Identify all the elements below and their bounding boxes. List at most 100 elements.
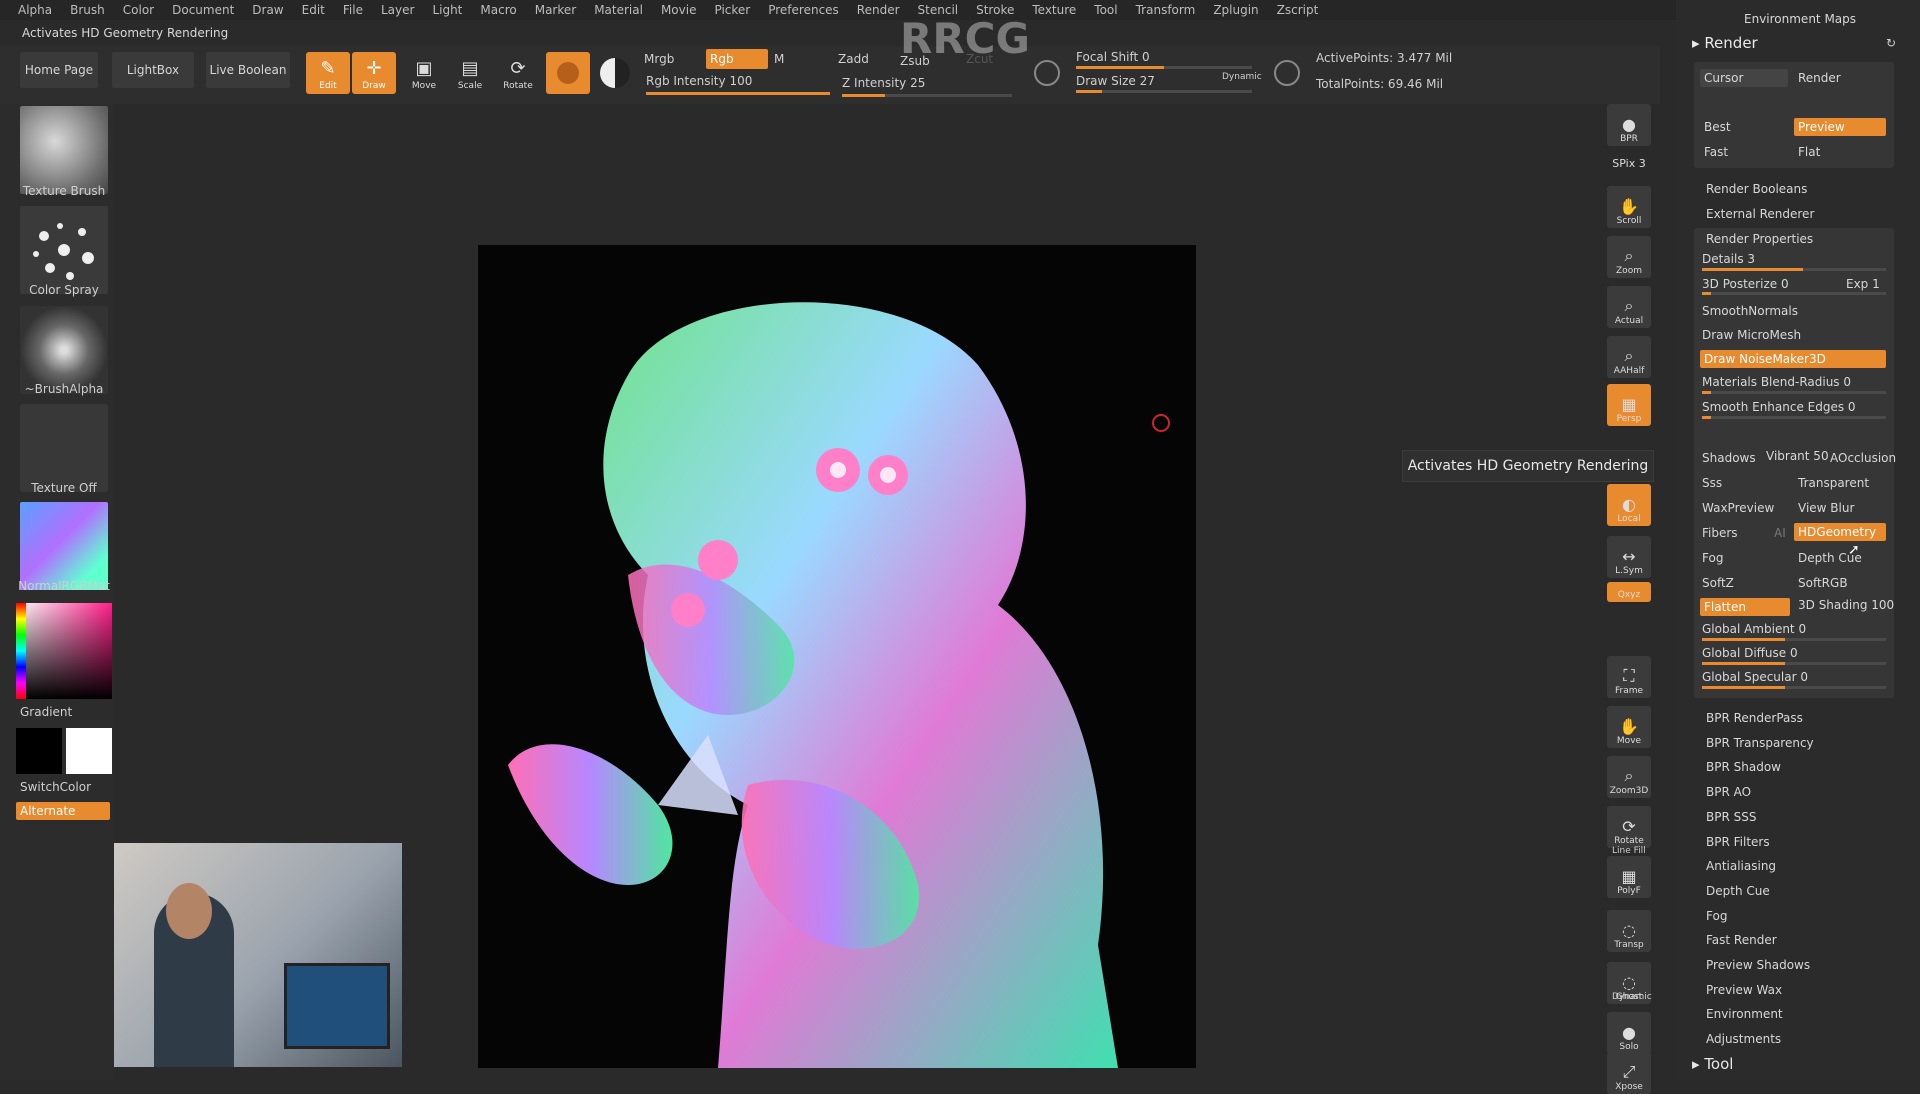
z-intensity-slider[interactable] — [842, 94, 1012, 97]
menu-zplugin[interactable]: Zplugin — [1213, 3, 1258, 17]
shelf-actual-button[interactable]: ⌕ Actual — [1607, 286, 1651, 328]
bpr-item-fast-render[interactable]: Fast Render — [1706, 933, 1777, 947]
cursor-button[interactable]: Cursor — [1700, 69, 1788, 87]
shelf-polyf-button[interactable]: ▦ PolyF — [1607, 856, 1651, 898]
global-specular-label[interactable]: Global Specular 0 — [1702, 670, 1808, 684]
fog-toggle[interactable]: Fog — [1702, 551, 1723, 565]
scale-button[interactable]: ▤ Scale — [448, 52, 492, 94]
softz-toggle[interactable]: SoftZ — [1702, 576, 1734, 590]
switch-color-button[interactable]: SwitchColor — [20, 780, 91, 794]
rgb-intensity-slider[interactable] — [646, 92, 830, 95]
draw-noisemaker-toggle[interactable]: Draw NoiseMaker3D — [1700, 350, 1886, 368]
color-spray-thumb[interactable] — [20, 206, 108, 294]
shading3d-slider-label[interactable]: 3D Shading 100 — [1798, 598, 1894, 612]
menu-picker[interactable]: Picker — [714, 3, 750, 17]
material-swatch[interactable] — [546, 52, 590, 94]
focal-icon[interactable] — [1034, 60, 1060, 86]
m-button[interactable]: M — [774, 52, 784, 66]
z-intensity-label[interactable]: Z Intensity 25 — [842, 76, 925, 90]
color-picker[interactable] — [16, 603, 112, 699]
vibrant-slider-label[interactable]: Vibrant 50 — [1766, 449, 1829, 463]
dynamic-toggle[interactable]: Dynamic — [1222, 72, 1262, 82]
hue-strip[interactable] — [16, 603, 26, 699]
global-ambient-label[interactable]: Global Ambient 0 — [1702, 622, 1806, 636]
viewport-canvas[interactable] — [478, 245, 1196, 1068]
menu-draw[interactable]: Draw — [252, 3, 283, 17]
materials-blend-slider[interactable] — [1702, 391, 1886, 394]
rotate-button[interactable]: ⟳ Rotate — [496, 52, 540, 94]
draw-size-label[interactable]: Draw Size 27 — [1076, 74, 1155, 88]
alternate-button[interactable]: Alternate — [16, 802, 110, 820]
bpr-item-bpr-transparency[interactable]: BPR Transparency — [1706, 736, 1814, 750]
menu-movie[interactable]: Movie — [661, 3, 697, 17]
smooth-normals-toggle[interactable]: SmoothNormals — [1702, 304, 1798, 318]
menu-transform[interactable]: Transform — [1136, 3, 1196, 17]
render-button[interactable]: Render — [1794, 69, 1884, 87]
shadows-toggle[interactable]: Shadows — [1702, 451, 1756, 465]
shelf-rotate-button[interactable]: ⟳ Rotate — [1607, 806, 1651, 848]
live-boolean-button[interactable]: Live Boolean — [206, 52, 290, 88]
render-properties-header[interactable]: Render Properties — [1706, 232, 1813, 246]
material-thumb[interactable] — [20, 502, 108, 590]
bpr-item-environment[interactable]: Environment — [1706, 1007, 1783, 1021]
menu-edit[interactable]: Edit — [302, 3, 325, 17]
bpr-item-bpr-sss[interactable]: BPR SSS — [1706, 810, 1756, 824]
shelf-spix-button[interactable]: SPix 3 — [1607, 150, 1651, 172]
environment-maps-item[interactable]: Environment Maps — [1744, 12, 1856, 26]
shelf-transp-button[interactable]: ◌ Transp — [1607, 910, 1651, 952]
focal-shift-label[interactable]: Focal Shift 0 — [1076, 50, 1150, 64]
global-diffuse-slider[interactable] — [1702, 662, 1886, 665]
draw-micromesh-toggle[interactable]: Draw MicroMesh — [1702, 328, 1801, 342]
shelf-frame-button[interactable]: ⛶ Frame — [1607, 656, 1651, 698]
menu-brush[interactable]: Brush — [70, 3, 105, 17]
primary-color-swatch[interactable] — [16, 728, 62, 774]
render-booleans-item[interactable]: Render Booleans — [1706, 182, 1807, 196]
viewblur-toggle[interactable]: View Blur — [1798, 501, 1854, 515]
shelf-zoom-button[interactable]: ⌕ Zoom — [1607, 236, 1651, 278]
menu-material[interactable]: Material — [594, 3, 643, 17]
menu-macro[interactable]: Macro — [480, 3, 516, 17]
menu-layer[interactable]: Layer — [381, 3, 414, 17]
menu-preferences[interactable]: Preferences — [768, 3, 839, 17]
draw-size-slider[interactable] — [1076, 90, 1252, 93]
edit-button[interactable]: ✎ Edit — [306, 52, 350, 94]
menu-marker[interactable]: Marker — [535, 3, 576, 17]
lightbox-button[interactable]: LightBox — [112, 52, 194, 88]
flat-button[interactable]: Flat — [1794, 143, 1820, 161]
secondary-color-swatch[interactable] — [66, 728, 112, 774]
softrgb-toggle[interactable]: SoftRGB — [1798, 576, 1848, 590]
bpr-item-antialiasing[interactable]: Antialiasing — [1706, 859, 1776, 873]
move-button[interactable]: ▣ Move — [402, 52, 446, 94]
rgb-intensity-label[interactable]: Rgb Intensity 100 — [646, 74, 752, 88]
shelf-aahalf-button[interactable]: ⌕ AAHalf — [1607, 336, 1651, 378]
preview-button[interactable]: Preview — [1794, 118, 1886, 136]
posterize-slider-label[interactable]: 3D Posterize 0 — [1702, 277, 1789, 291]
fibers-toggle[interactable]: Fibers — [1702, 526, 1738, 540]
menu-zscript[interactable]: Zscript — [1277, 3, 1319, 17]
fast-button[interactable]: Fast — [1700, 143, 1728, 161]
menu-light[interactable]: Light — [432, 3, 462, 17]
zadd-button[interactable]: Zadd — [838, 52, 869, 66]
best-button[interactable]: Best — [1700, 118, 1731, 136]
texture-brush-thumb[interactable] — [20, 106, 108, 194]
global-diffuse-label[interactable]: Global Diffuse 0 — [1702, 646, 1798, 660]
home-page-button[interactable]: Home Page — [20, 52, 98, 88]
texture-thumb[interactable] — [20, 404, 108, 492]
shelf-xpose-button[interactable]: ⤢ Xpose — [1607, 1052, 1651, 1094]
posterize-slider[interactable] — [1702, 292, 1886, 295]
menu-render[interactable]: Render — [857, 3, 900, 17]
flatten-toggle[interactable]: Flatten — [1700, 598, 1790, 616]
external-renderer-item[interactable]: External Renderer — [1706, 207, 1814, 221]
shelf-scroll-button[interactable]: ✋ Scroll — [1607, 186, 1651, 228]
mrgb-button[interactable]: Mrgb — [644, 52, 674, 66]
smooth-enhance-edges-label[interactable]: Smooth Enhance Edges 0 — [1702, 400, 1856, 414]
shelf-solo-button[interactable]: ● Solo — [1607, 1012, 1651, 1054]
menu-document[interactable]: Document — [172, 3, 234, 17]
shelf-bpr-button[interactable]: ● BPR — [1607, 104, 1651, 146]
draw-size-icon[interactable] — [1274, 60, 1300, 86]
bpr-item-preview-wax[interactable]: Preview Wax — [1706, 983, 1782, 997]
bpr-item-bpr-filters[interactable]: BPR Filters — [1706, 835, 1770, 849]
shelf-lsym-button[interactable]: ↔ L.Sym — [1607, 536, 1651, 578]
bpr-item-preview-shadows[interactable]: Preview Shadows — [1706, 958, 1810, 972]
depthcue-toggle[interactable]: Depth Cue — [1798, 551, 1862, 565]
